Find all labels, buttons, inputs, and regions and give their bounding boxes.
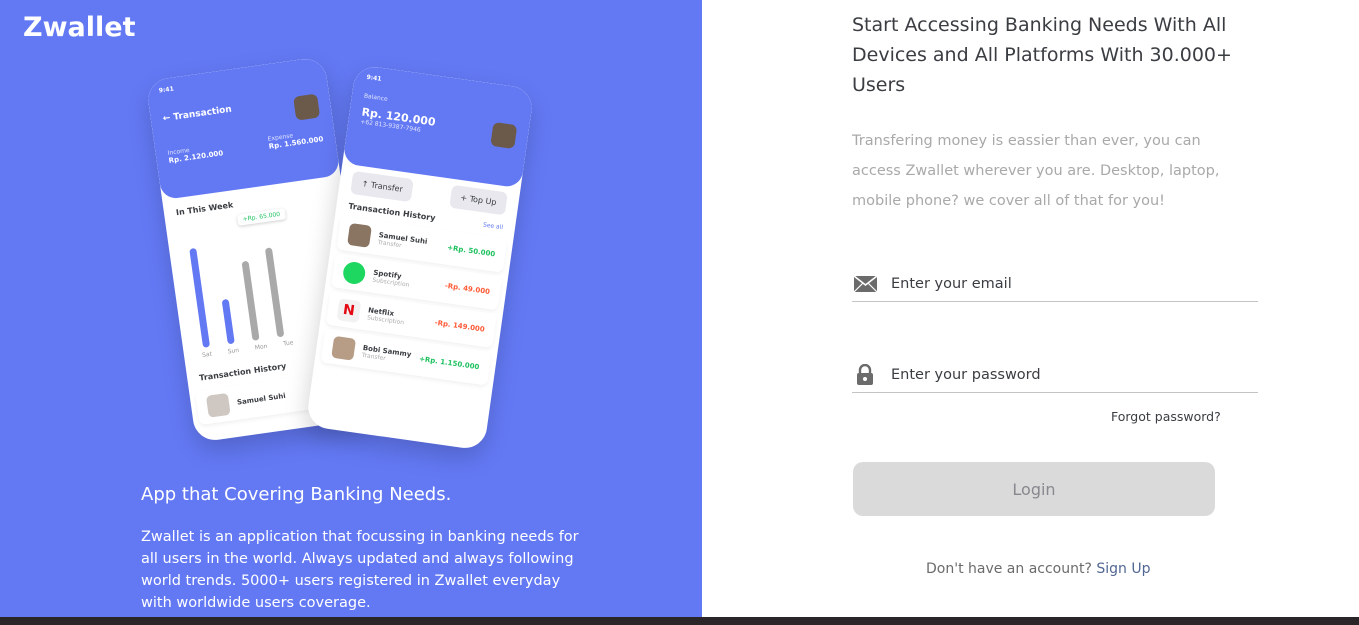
- item-value: -Rp. 49.000: [444, 281, 491, 297]
- avatar: [490, 121, 518, 150]
- expense-block: Expense Rp. 1.560.000: [267, 128, 323, 150]
- topup-label: Top Up: [469, 194, 498, 208]
- no-account-text: Don't have an account?: [926, 561, 1092, 577]
- item-text: Bobi Sammy Transfer: [361, 343, 412, 365]
- bar-sat: [189, 247, 211, 348]
- avatar: [205, 392, 231, 418]
- login-heading: Start Accessing Banking Needs With All D…: [852, 14, 1232, 96]
- phone-mockup-home: 9:41 Balance Rp. 120.000 +62 813-9387-79…: [305, 64, 535, 451]
- email-field: [852, 266, 1258, 302]
- signup-prompt: Don't have an account? Sign Up: [926, 561, 1151, 577]
- item-name: Samuel Suhi: [236, 391, 287, 407]
- transfer-label: Transfer: [370, 180, 404, 194]
- netflix-icon: N: [336, 298, 362, 324]
- mail-icon: [852, 274, 878, 294]
- login-button[interactable]: Login: [853, 462, 1215, 516]
- item-value: +Rp. 50.000: [446, 243, 496, 259]
- item-value: -Rp. 149.000: [434, 318, 486, 334]
- phone-header: 9:41 ← Transaction Income Rp. 2.120.000 …: [145, 56, 341, 201]
- login-description: Transfering money is eassier than ever, …: [852, 133, 1220, 209]
- password-input[interactable]: [891, 366, 1231, 383]
- login-panel: Start Accessing Banking Needs With All D…: [702, 0, 1359, 617]
- avatar: [293, 93, 321, 121]
- lock-icon: [852, 363, 878, 385]
- password-field: [852, 357, 1258, 393]
- item-text: Netflix Subscription: [367, 306, 406, 326]
- phones-illustration: 9:41 ← Transaction Income Rp. 2.120.000 …: [145, 55, 550, 465]
- see-all-link: See all: [482, 221, 504, 232]
- phone-time: 9:41: [158, 85, 175, 95]
- hero-title: App that Covering Banking Needs.: [141, 484, 452, 505]
- avatar: [347, 222, 372, 248]
- bar-mon: [241, 260, 260, 341]
- avatar: [331, 335, 357, 361]
- hero-panel: Zwallet 9:41 ← Transaction Income Rp. 2.…: [0, 0, 702, 617]
- hero-description: Zwallet is an application that focussing…: [141, 529, 579, 611]
- item-value: +Rp. 1.150.000: [418, 354, 480, 372]
- item-text: Spotify Subscription: [372, 268, 411, 288]
- day-label: Sat: [201, 350, 213, 360]
- brand-logo: Zwallet: [23, 12, 136, 43]
- spotify-icon: [341, 260, 367, 286]
- topup-button: + Top Up: [448, 184, 508, 216]
- transfer-button: ↑ Transfer: [350, 170, 415, 203]
- income-expense: Income Rp. 2.120.000 Expense Rp. 1.560.0…: [167, 128, 324, 165]
- phone-title-text: Transaction: [172, 104, 233, 123]
- email-input[interactable]: [891, 275, 1231, 292]
- day-label: Tue: [282, 339, 294, 348]
- item-text: Samuel Suhi Transfer: [377, 231, 428, 253]
- forgot-password-link[interactable]: Forgot password?: [1111, 409, 1221, 424]
- income-block: Income Rp. 2.120.000: [167, 142, 223, 165]
- bar-tue: [264, 247, 285, 338]
- signup-link[interactable]: Sign Up: [1096, 561, 1150, 577]
- bar-sun: [221, 298, 235, 345]
